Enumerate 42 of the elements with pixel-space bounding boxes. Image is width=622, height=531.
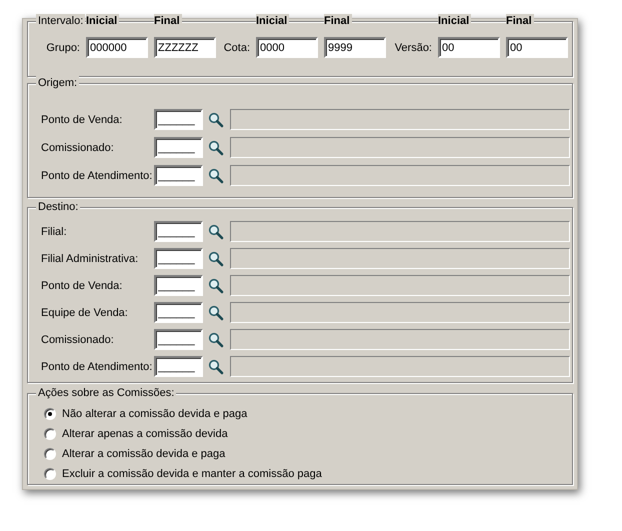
code-field[interactable]: ______ bbox=[154, 109, 203, 130]
field-label: Cota: bbox=[224, 42, 250, 54]
search-icon[interactable] bbox=[208, 140, 224, 156]
radio-option[interactable]: Não alterar a comissão devida e paga bbox=[44, 404, 572, 424]
code-field[interactable]: ______ bbox=[154, 302, 203, 323]
group-title: Origem: bbox=[36, 76, 80, 90]
input-field[interactable]: 00 bbox=[506, 37, 568, 58]
search-icon[interactable] bbox=[208, 304, 224, 320]
input-field[interactable]: ZZZZZZ bbox=[154, 37, 216, 58]
code-field[interactable]: ______ bbox=[154, 248, 203, 269]
field-label: Equipe de Venda: bbox=[41, 306, 129, 318]
code-field[interactable]: ______ bbox=[154, 137, 203, 158]
field-label: Comissionado: bbox=[41, 334, 115, 346]
group-title: Ações sobre as Comissões: bbox=[36, 386, 176, 400]
search-icon[interactable] bbox=[208, 358, 224, 374]
field-label: Ponto de Venda: bbox=[41, 280, 124, 292]
input-field[interactable]: 9999 bbox=[324, 37, 386, 58]
field-label: Ponto de Venda: bbox=[41, 114, 124, 126]
code-field[interactable]: ______ bbox=[154, 329, 203, 350]
search-icon[interactable] bbox=[208, 168, 224, 184]
search-icon[interactable] bbox=[208, 332, 224, 348]
field-label: Versão: bbox=[394, 42, 432, 54]
code-field[interactable]: ______ bbox=[154, 221, 203, 242]
field-label: Comissionado: bbox=[41, 142, 115, 154]
code-field[interactable]: ______ bbox=[154, 356, 203, 377]
field-label: Filial: bbox=[41, 226, 68, 238]
field-label: Filial Administrativa: bbox=[41, 252, 140, 264]
search-icon[interactable] bbox=[208, 250, 224, 266]
field-label: Ponto de Atendimento: bbox=[41, 170, 154, 182]
radio-option[interactable]: Alterar a comissão devida e paga bbox=[44, 444, 572, 464]
code-field[interactable]: ______ bbox=[154, 275, 203, 296]
search-icon[interactable] bbox=[208, 112, 224, 128]
input-field[interactable]: 0000 bbox=[256, 37, 318, 58]
code-field[interactable]: ______ bbox=[154, 165, 203, 186]
radio-option[interactable]: Excluir a comissão devida e manter a comissão paga bbox=[44, 464, 572, 484]
field-label: Grupo: bbox=[46, 42, 80, 54]
search-icon[interactable] bbox=[208, 224, 224, 240]
search-icon[interactable] bbox=[208, 278, 224, 294]
field-label: Ponto de Atendimento: bbox=[41, 360, 154, 372]
input-field[interactable]: 00 bbox=[438, 37, 500, 58]
input-field[interactable]: 000000 bbox=[86, 37, 148, 58]
radio-option[interactable]: Alterar apenas a comissão devida bbox=[44, 424, 572, 444]
